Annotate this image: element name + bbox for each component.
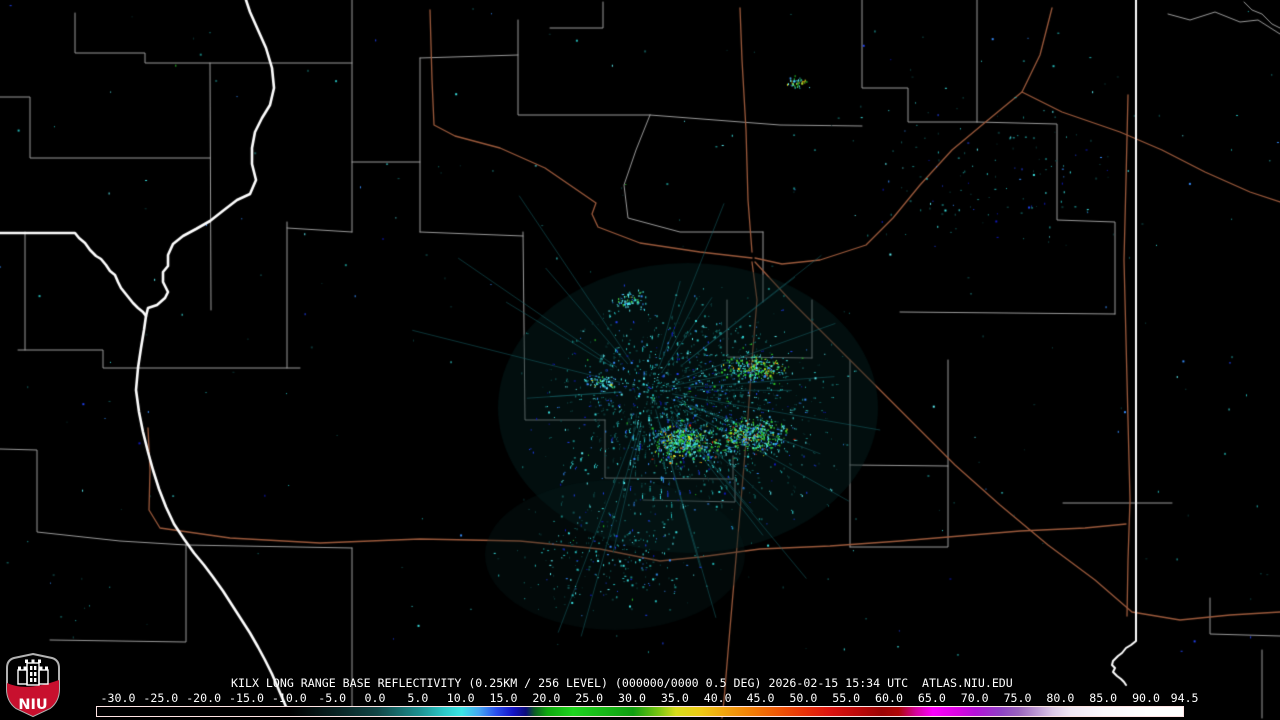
scale-label: -20.0 xyxy=(186,691,222,705)
scale-label: 5.0 xyxy=(407,691,429,705)
scale-label: -15.0 xyxy=(229,691,264,705)
reflectivity-colorbar xyxy=(96,706,1184,717)
scale-label: 45.0 xyxy=(746,691,775,705)
scale-label: -30.0 xyxy=(100,691,136,705)
radar-map-canvas xyxy=(0,0,1280,720)
scale-label: 15.0 xyxy=(489,691,518,705)
scale-label: 25.0 xyxy=(575,691,604,705)
scale-label: 30.0 xyxy=(618,691,646,705)
radar-viewer: NIU KILX LONG RANGE BASE REFLECTIVITY (0… xyxy=(0,0,1280,720)
scale-label: 35.0 xyxy=(660,691,689,705)
scale-label: 50.0 xyxy=(789,691,818,705)
scale-label: 75.0 xyxy=(1003,691,1032,705)
scale-label: -5.0 xyxy=(318,691,347,705)
scale-label: 0.0 xyxy=(364,691,386,705)
scale-label: 60.0 xyxy=(875,691,903,705)
scale-label: 70.0 xyxy=(960,691,989,705)
scale-label: 40.0 xyxy=(703,691,732,705)
scale-label: 85.0 xyxy=(1089,691,1118,705)
scale-label: 90.0 xyxy=(1132,691,1160,705)
scale-label: 55.0 xyxy=(832,691,861,705)
scale-label: 10.0 xyxy=(446,691,475,705)
scale-label: 80.0 xyxy=(1046,691,1075,705)
scale-label: -25.0 xyxy=(143,691,179,705)
scale-label: 20.0 xyxy=(532,691,561,705)
scale-label: -10.0 xyxy=(271,691,307,705)
reflectivity-scale-labels: -30.0 -25.0 -20.0 -15.0 -10.0 -5.0 0.0 5.0 10.0 1… xyxy=(0,691,1280,705)
scale-label: 94.5 xyxy=(1170,691,1199,705)
scale-label: 65.0 xyxy=(917,691,946,705)
niu-logo: NIU xyxy=(6,653,60,718)
product-title-bar: KILX LONG RANGE BASE REFLECTIVITY (0.25K… xyxy=(231,676,1013,690)
